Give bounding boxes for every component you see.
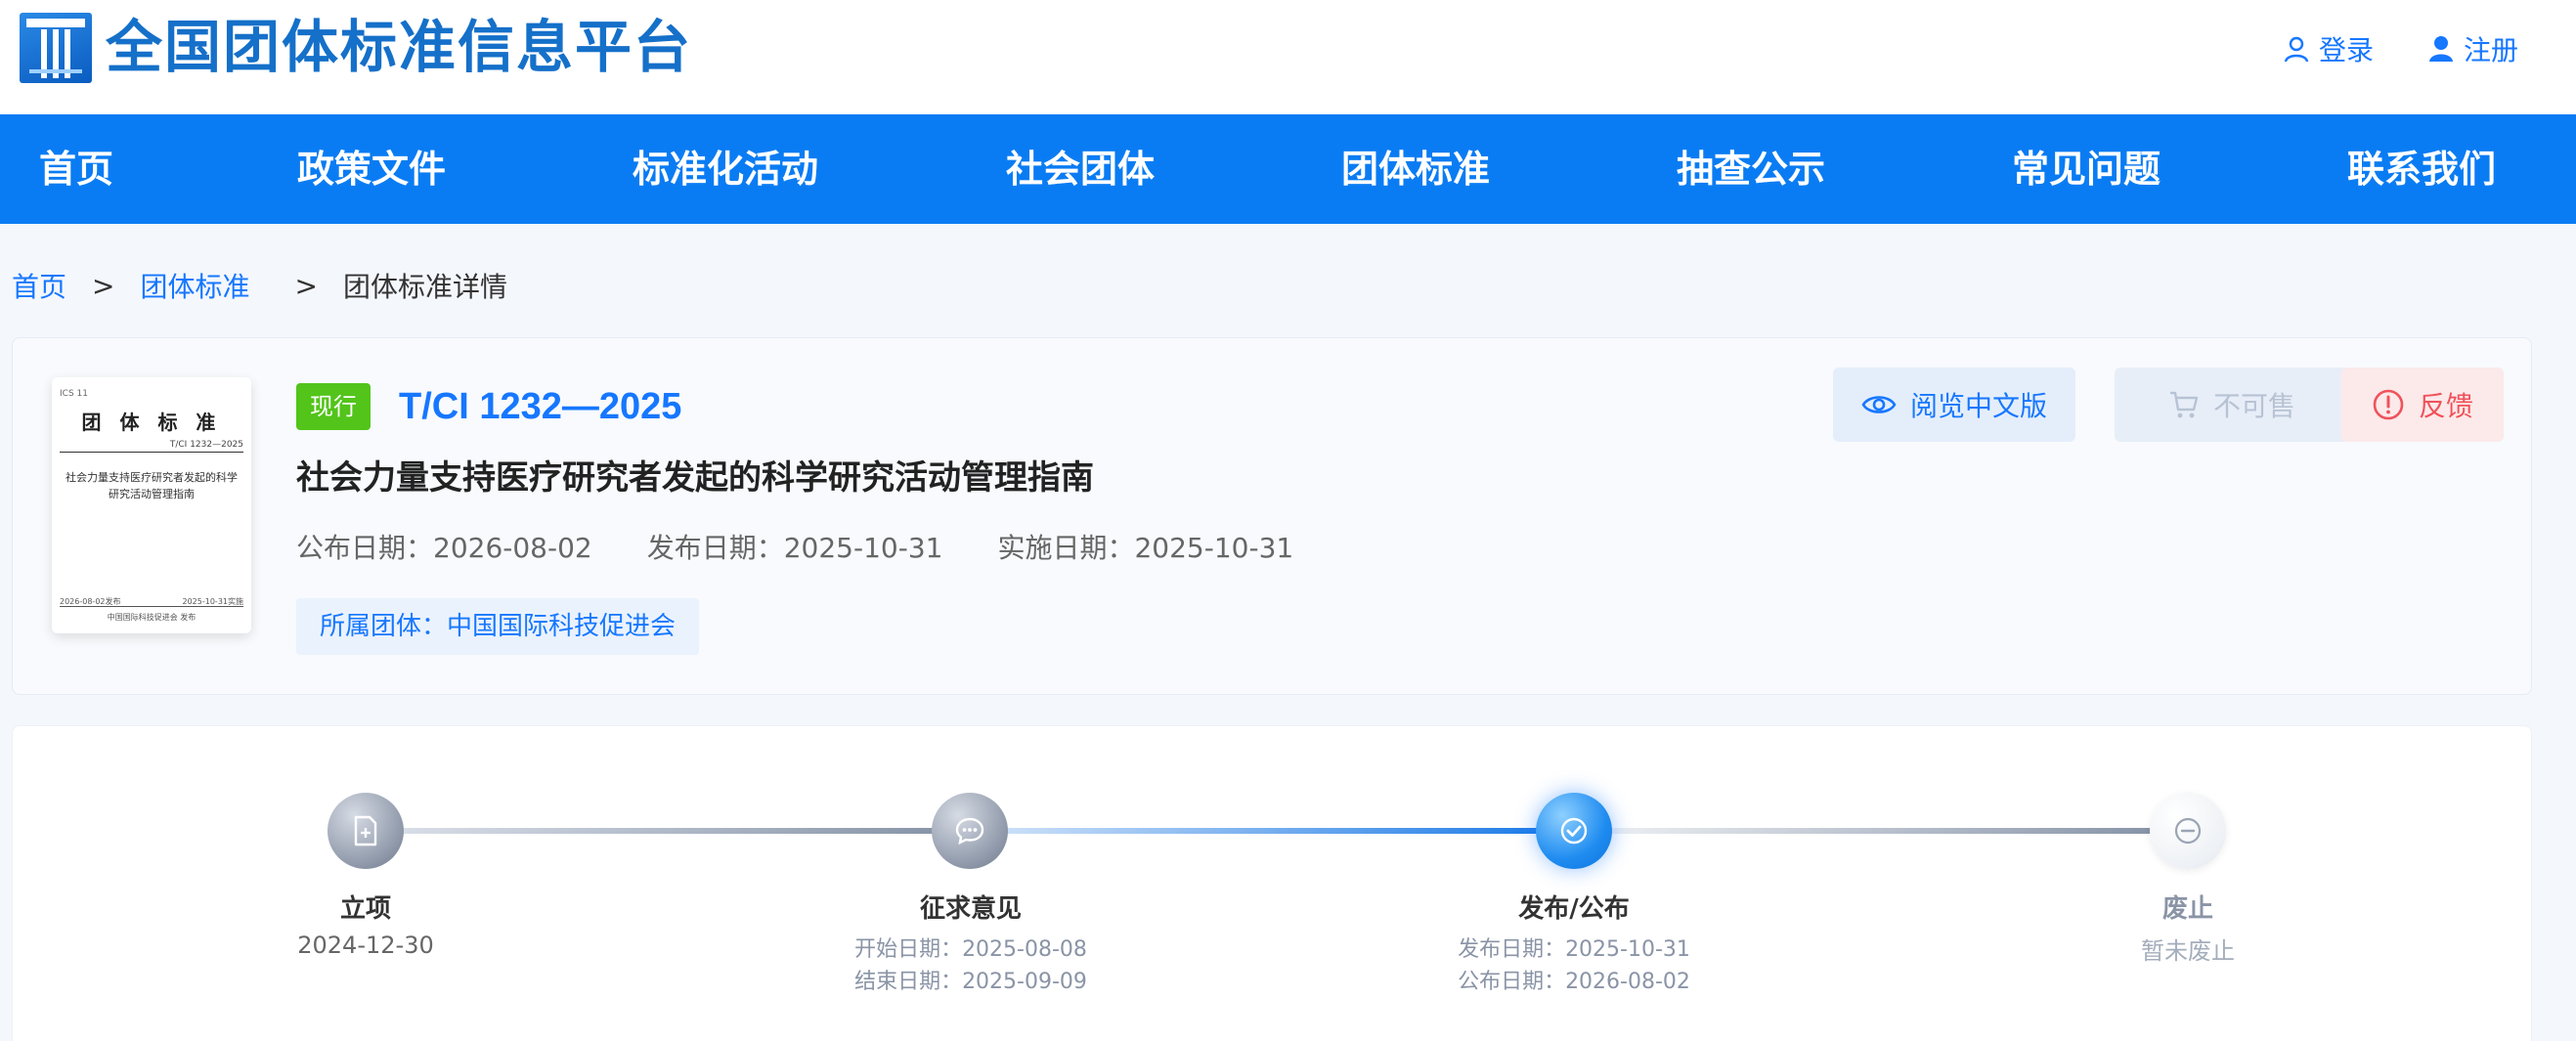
nav-item-contact[interactable]: 联系我们 xyxy=(2347,114,2496,224)
step-node-abolished xyxy=(2150,793,2226,869)
step-date: 结束日期：2025-09-09 xyxy=(854,970,1087,994)
read-chinese-button[interactable]: 阅览中文版 xyxy=(1833,368,2075,442)
step-node-initiation xyxy=(327,793,404,869)
step-date: 公布日期：2026-08-02 xyxy=(1458,970,1690,994)
nav-item-policy[interactable]: 政策文件 xyxy=(297,114,446,224)
implement-date: 实施日期：2025-10-31 xyxy=(997,532,1294,564)
nav-item-faq[interactable]: 常见问题 xyxy=(2012,114,2161,224)
nav-item-activities[interactable]: 标准化活动 xyxy=(633,114,818,224)
standard-info-card: ICS 11 团 体 标 准 T/CI 1232—2025 社会力量支持医疗研究… xyxy=(12,337,2532,695)
cover-name: 社会力量支持医疗研究者发起的科学研究活动管理指南 xyxy=(65,471,238,500)
login-link[interactable]: 登录 xyxy=(2284,29,2374,68)
breadcrumb-current: 团体标准详情 xyxy=(342,271,507,303)
step-label-initiation: 立项 xyxy=(339,894,391,924)
step-date: 2024-12-30 xyxy=(297,932,434,959)
feedback-label: 反馈 xyxy=(2418,390,2473,422)
login-label: 登录 xyxy=(2319,34,2375,66)
top-header: 全国团体标准信息平台 登录 注册 xyxy=(0,0,2576,114)
cover-title: 团 体 标 准 xyxy=(81,411,222,434)
progress-track xyxy=(990,828,1567,834)
feedback-button[interactable]: 反馈 xyxy=(2341,368,2504,442)
check-icon xyxy=(1560,817,1588,845)
step-label-published: 发布/公布 xyxy=(1518,894,1630,924)
chat-bubble-icon xyxy=(955,817,984,846)
breadcrumb-separator: > xyxy=(294,269,318,302)
step-date: 开始日期：2025-08-08 xyxy=(854,937,1087,962)
cover-org: 中国国际科技促进会 发布 xyxy=(107,613,196,622)
read-chinese-label: 阅览中文版 xyxy=(1909,390,2047,422)
step-status: 暂未废止 xyxy=(2141,937,2235,965)
breadcrumb-home[interactable]: 首页 xyxy=(12,266,66,305)
step-label-abolished: 废止 xyxy=(2161,894,2213,924)
announce-date: 公布日期：2026-08-02 xyxy=(296,532,592,564)
step-date: 发布日期：2025-10-31 xyxy=(1458,937,1690,962)
cart-icon xyxy=(2169,391,2199,418)
site-title[interactable]: 全国团体标准信息平台 xyxy=(106,10,692,84)
buy-button[interactable]: 不可售 xyxy=(2115,368,2349,442)
cover-code: T/CI 1232—2025 xyxy=(169,440,243,450)
nav-item-standards[interactable]: 团体标准 xyxy=(1341,114,1490,224)
breadcrumb-standards[interactable]: 团体标准 xyxy=(140,266,249,305)
standard-dates: 公布日期：2026-08-02 发布日期：2025-10-31 实施日期：202… xyxy=(296,524,1348,569)
site-logo[interactable] xyxy=(20,13,92,83)
status-badge: 现行 xyxy=(296,383,371,430)
register-link[interactable]: 注册 xyxy=(2428,29,2518,68)
standard-name: 社会力量支持医疗研究者发起的科学研究活动管理指南 xyxy=(296,458,1094,498)
step-node-comments xyxy=(932,793,1008,869)
nav-item-organizations[interactable]: 社会团体 xyxy=(1006,114,1155,224)
main-nav: 首页 政策文件 标准化活动 社会团体 团体标准 抽查公示 常见问题 联系我们 xyxy=(0,114,2576,224)
register-label: 注册 xyxy=(2464,34,2519,66)
progress-track xyxy=(1596,828,2163,834)
breadcrumb-separator: > xyxy=(92,269,115,302)
organization-tag[interactable]: 所属团体：中国国际科技促进会 xyxy=(296,598,700,655)
breadcrumb: 首页 > 团体标准 > 团体标准详情 xyxy=(12,264,507,307)
minus-circle-icon xyxy=(2174,817,2202,845)
step-label-comments: 征求意见 xyxy=(919,894,1022,924)
standard-cover-thumbnail[interactable]: ICS 11 团 体 标 准 T/CI 1232—2025 社会力量支持医疗研究… xyxy=(52,377,251,633)
publish-date: 发布日期：2025-10-31 xyxy=(646,532,943,564)
nav-item-home[interactable]: 首页 xyxy=(39,114,113,224)
eye-icon xyxy=(1861,396,1897,413)
cover-divider xyxy=(60,606,243,607)
nav-item-inspection[interactable]: 抽查公示 xyxy=(1677,114,1825,224)
progress-track xyxy=(367,828,953,834)
lifecycle-progress-card: 立项 2024-12-30 征求意见 开始日期：2025-08-08 结束日期：… xyxy=(12,725,2532,1041)
cover-ics: ICS 11 xyxy=(60,389,88,399)
document-plus-icon xyxy=(354,815,377,846)
alert-circle-icon xyxy=(2373,389,2404,420)
buy-label: 不可售 xyxy=(2212,390,2295,422)
cover-divider xyxy=(60,452,243,453)
standard-code: T/CI 1232—2025 xyxy=(399,386,682,427)
step-node-published xyxy=(1536,793,1612,869)
user-solid-icon xyxy=(2429,36,2453,62)
user-outline-icon xyxy=(2284,36,2309,63)
